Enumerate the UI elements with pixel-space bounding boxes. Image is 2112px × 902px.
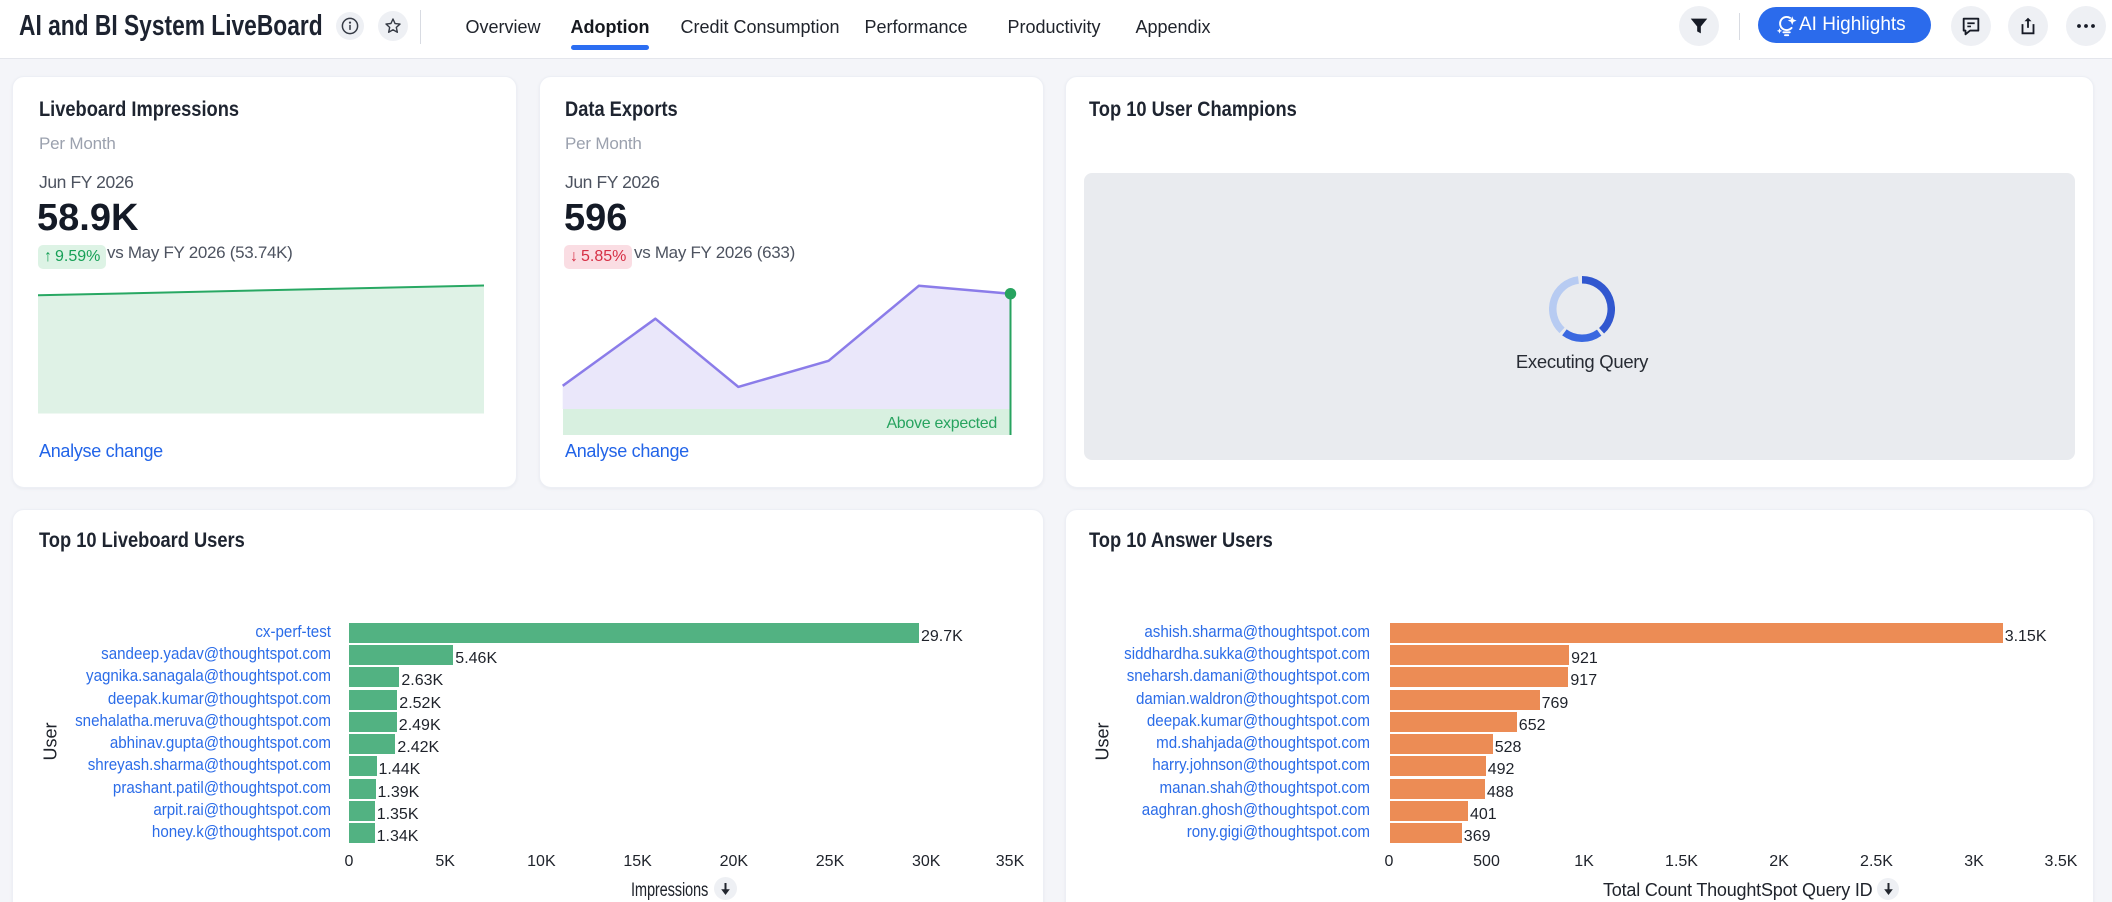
svg-text:Above expected: Above expected: [886, 415, 997, 432]
